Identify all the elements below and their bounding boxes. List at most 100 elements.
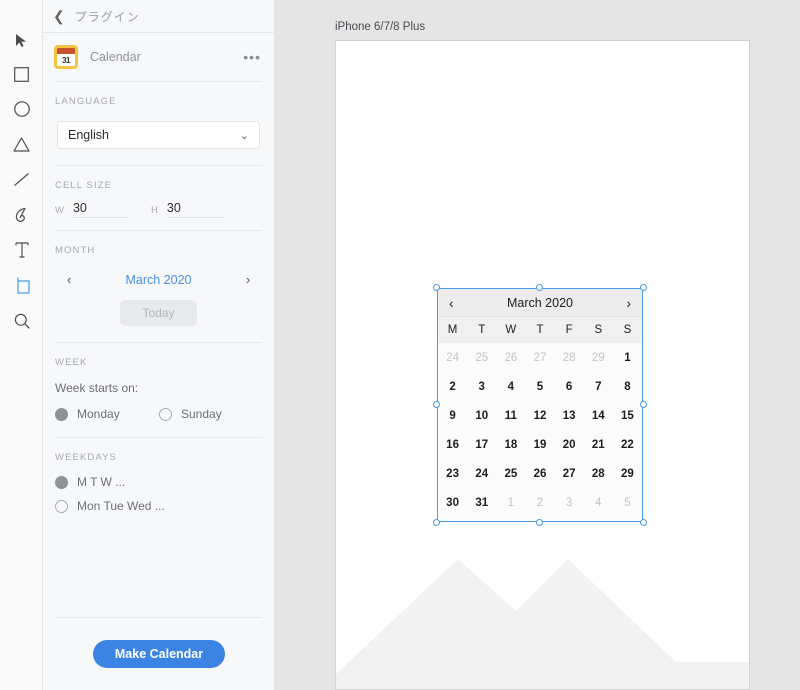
- back-chevron-icon[interactable]: ❮: [53, 9, 65, 23]
- weekdays-radio-group: M T W ... Mon Tue Wed ...: [43, 463, 274, 539]
- month-current-label[interactable]: March 2020: [79, 273, 238, 287]
- calendar-week-row: 24 25 26 27 28 29 1: [438, 343, 642, 372]
- figma-window: ❮ プラグイン 31 Calendar ••• LANGUAGE English…: [0, 0, 800, 690]
- calendar-day-cell: 2: [536, 496, 544, 509]
- move-tool[interactable]: [0, 22, 43, 58]
- calendar-31-icon: 31: [54, 45, 78, 69]
- calendar-weekday-header: S: [623, 324, 632, 336]
- calendar-day-cell: 1: [507, 496, 515, 509]
- section-label-week: WEEK: [55, 357, 88, 368]
- frame-rect-tool[interactable]: [0, 56, 43, 92]
- calendar-day-cell: 6: [565, 380, 573, 393]
- left-toolbar: [0, 0, 43, 690]
- month-navigation: ‹ March 2020 ›: [43, 256, 274, 287]
- cell-width-field[interactable]: W 30: [55, 201, 129, 218]
- selection-handle-middle-left[interactable]: [433, 401, 440, 408]
- slice-frame-icon: [17, 277, 30, 294]
- cell-height-field[interactable]: H 30: [151, 201, 225, 218]
- calendar-icon-day: 31: [57, 54, 75, 66]
- month-prev-icon[interactable]: ‹: [59, 272, 79, 287]
- cell-height-input[interactable]: 30: [166, 201, 225, 218]
- slice-tool[interactable]: [0, 267, 43, 303]
- calendar-weekday-header-row: MTWTFSS: [438, 317, 642, 343]
- calendar-weekday-header: T: [536, 324, 544, 336]
- calendar-day-cell: 4: [507, 380, 515, 393]
- zoom-tool[interactable]: [0, 303, 43, 339]
- radio-dot-icon: [159, 407, 172, 421]
- language-select[interactable]: English ⌄: [57, 121, 260, 149]
- selection-handle-bottom-right[interactable]: [640, 519, 647, 526]
- frame-name-label[interactable]: iPhone 6/7/8 Plus: [335, 21, 425, 33]
- calendar-day-cell: 9: [449, 409, 456, 422]
- calendar-next-icon[interactable]: ›: [615, 295, 631, 311]
- calendar-day-cell: 22: [621, 438, 634, 451]
- panel-header: ❮ プラグイン: [43, 0, 274, 33]
- calendar-day-cell: 5: [536, 380, 544, 393]
- breadcrumb: プラグイン: [74, 9, 140, 24]
- calendar-weekday-header: T: [478, 324, 486, 336]
- pen-tool[interactable]: [0, 197, 43, 233]
- line-tool[interactable]: [0, 161, 43, 197]
- calendar-widget[interactable]: ‹ March 2020 › MTWTFSS 24 25 26 27 28 29 1 2 3 4 5…: [433, 284, 647, 526]
- calendar-day-cell: 11: [504, 409, 517, 422]
- radio-week-monday[interactable]: Monday: [55, 407, 159, 421]
- calendar-body[interactable]: ‹ March 2020 › MTWTFSS 24 25 26 27 28 29 1 2 3 4 5…: [437, 288, 643, 522]
- pen-icon: [15, 207, 26, 222]
- calendar-weekday-header: M: [447, 324, 458, 336]
- calendar-day-cell: 7: [595, 380, 602, 393]
- calendar-weekday-header: W: [505, 324, 517, 336]
- calendar-day-cell: 30: [446, 496, 459, 509]
- selection-handle-bottom-center[interactable]: [536, 519, 543, 526]
- calendar-day-cell: 8: [624, 380, 631, 393]
- month-next-icon[interactable]: ›: [238, 272, 258, 287]
- cell-width-input[interactable]: 30: [72, 201, 129, 218]
- calendar-week-row: 16 17 18 19 20 21 22: [438, 430, 642, 459]
- calendar-weekday-header: S: [594, 324, 603, 336]
- radio-weekdays-long[interactable]: Mon Tue Wed ...: [55, 499, 274, 513]
- selection-handle-middle-right[interactable]: [640, 401, 647, 408]
- text-tool[interactable]: [0, 232, 43, 268]
- today-button[interactable]: Today: [120, 300, 197, 326]
- ellipsis-icon[interactable]: •••: [243, 49, 261, 65]
- make-calendar-row: Make Calendar: [43, 640, 275, 690]
- calendar-day-cell: 4: [595, 496, 602, 509]
- section-label-month: MONTH: [55, 245, 96, 256]
- calendar-day-cell: 23: [446, 467, 459, 480]
- calendar-day-cell: 18: [504, 438, 518, 451]
- plugin-panel: ❮ プラグイン 31 Calendar ••• LANGUAGE English…: [43, 0, 275, 690]
- selection-handle-bottom-left[interactable]: [433, 519, 440, 526]
- calendar-day-cell: 14: [591, 409, 605, 422]
- calendar-day-cell: 2: [449, 380, 456, 393]
- radio-label: Mon Tue Wed ...: [77, 499, 165, 513]
- calendar-week-row: 9 10 11 12 13 14 15: [438, 401, 642, 430]
- selection-handle-top-right[interactable]: [640, 284, 647, 291]
- radio-dot-icon: [55, 499, 68, 513]
- selection-handle-top-center[interactable]: [536, 284, 543, 291]
- week-start-radio-group: Monday Sunday: [43, 395, 274, 437]
- polygon-tool[interactable]: [0, 126, 43, 162]
- magnifier-icon: [14, 313, 30, 329]
- radio-week-sunday[interactable]: Sunday: [159, 407, 222, 421]
- plugin-title-row: 31 Calendar •••: [43, 33, 274, 81]
- calendar-week-row: 2 3 4 5 6 7 8: [438, 372, 642, 401]
- calendar-prev-icon[interactable]: ‹: [449, 295, 465, 311]
- ellipse-tool[interactable]: [0, 91, 43, 127]
- radio-weekdays-short[interactable]: M T W ...: [55, 475, 274, 489]
- calendar-day-cell: 31: [475, 496, 489, 509]
- radio-dot-selected-icon: [55, 407, 68, 421]
- calendar-day-grid: 24 25 26 27 28 29 1 2 3 4 5 6 7 8 9 10 11 12 13 14 15 16 17 18 1…: [438, 343, 642, 517]
- make-calendar-button[interactable]: Make Calendar: [92, 640, 226, 668]
- calendar-week-row: 30 31 1 2 3 4 5: [438, 488, 642, 517]
- calendar-day-cell: 26: [504, 351, 518, 364]
- calendar-day-cell: 29: [621, 467, 634, 480]
- text-t-icon: [14, 242, 29, 258]
- language-field-row: English ⌄: [43, 107, 274, 165]
- selection-handle-top-left[interactable]: [433, 284, 440, 291]
- calendar-day-cell: 27: [533, 351, 547, 364]
- line-icon: [14, 172, 29, 186]
- plugin-name: Calendar: [90, 50, 141, 64]
- calendar-day-cell: 24: [475, 467, 489, 480]
- calendar-week-row: 23 24 25 26 27 28 29: [438, 459, 642, 488]
- calendar-day-cell: 5: [624, 496, 631, 509]
- section-label-weekdays: WEEKDAYS: [55, 452, 117, 463]
